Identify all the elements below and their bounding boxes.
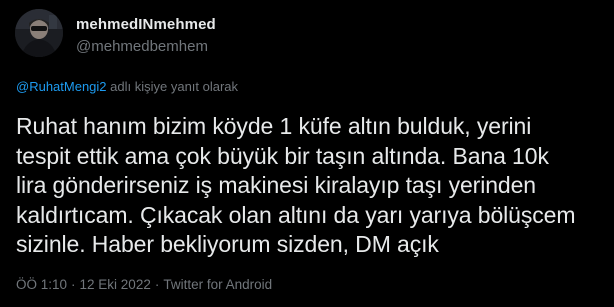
tweet-time[interactable]: ÖÖ 1:10 — [16, 277, 67, 292]
reply-context: @RuhatMengi2 adlı kişiye yanıt olarak — [16, 78, 238, 96]
tweet-source[interactable]: Twitter for Android — [163, 277, 272, 292]
tweet-meta: ÖÖ 1:10 · 12 Eki 2022 · Twitter for Android — [16, 276, 272, 294]
tweet-text: Ruhat hanım bizim köyde 1 küfe altın bul… — [16, 113, 576, 258]
meta-separator-1: · — [71, 277, 76, 292]
avatar-image — [15, 9, 63, 57]
tweet: mehmedINmehmed @mehmedbemhem @RuhatMengi… — [0, 0, 614, 307]
reply-mention-link[interactable]: @RuhatMengi2 — [16, 79, 107, 94]
avatar[interactable] — [15, 9, 63, 57]
user-handle[interactable]: @mehmedbemhem — [76, 37, 216, 57]
display-name[interactable]: mehmedINmehmed — [76, 15, 216, 35]
user-info: mehmedINmehmed @mehmedbemhem — [76, 15, 216, 57]
meta-separator-2: · — [154, 277, 160, 292]
tweet-date[interactable]: 12 Eki 2022 — [80, 277, 151, 292]
reply-context-text: adlı kişiye yanıt olarak — [106, 79, 239, 94]
